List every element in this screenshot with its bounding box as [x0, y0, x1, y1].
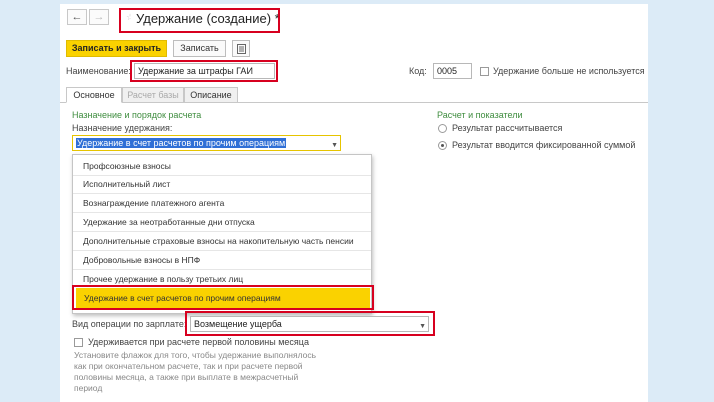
purpose-select-value: Удержание в счет расчетов по прочим опер… [76, 138, 287, 148]
purpose-label: Назначение удержания: [72, 123, 173, 133]
arrow-left-icon: ← [71, 11, 83, 23]
list-separator [73, 250, 371, 251]
list-item[interactable]: Дополнительные страховые взносы на накоп… [83, 236, 354, 246]
highlight-title [119, 8, 280, 33]
list-item[interactable]: Исполнительный лист [83, 179, 170, 189]
list-item[interactable]: Профсоюзные взносы [83, 161, 171, 171]
purpose-select[interactable]: Удержание в счет расчетов по прочим опер… [72, 135, 341, 151]
list-separator [73, 193, 371, 194]
list-separator [73, 269, 371, 270]
list-item[interactable]: Вознаграждение платежного агента [83, 198, 224, 208]
unused-label: Удержание больше не используется [493, 66, 645, 76]
first-half-hint-3: половины месяца, а также при выплате в м… [74, 372, 299, 382]
list-separator [73, 175, 371, 176]
code-label: Код: [409, 66, 427, 76]
list-separator [73, 212, 371, 213]
radio-calculated[interactable] [438, 124, 447, 133]
highlight-selected-item [72, 285, 374, 310]
first-half-hint-4: период [74, 383, 103, 393]
list-item[interactable]: Прочее удержание в пользу третьих лиц [83, 274, 243, 284]
tab-main[interactable]: Основное [66, 87, 122, 103]
list-button[interactable] [232, 40, 250, 57]
section-calc-title: Расчет и показатели [437, 110, 523, 120]
list-separator [73, 231, 371, 232]
radio-calculated-label: Результат рассчитывается [452, 123, 563, 133]
save-and-close-button[interactable]: Записать и закрыть [66, 40, 167, 57]
first-half-hint-2: как при окончательном расчете, так и при… [74, 361, 303, 371]
tab-base-calc[interactable]: Расчет базы [122, 87, 184, 103]
section-purpose-title: Назначение и порядок расчета [72, 110, 202, 120]
save-button[interactable]: Записать [173, 40, 226, 57]
list-icon [236, 44, 246, 54]
radio-fixed[interactable] [438, 141, 447, 150]
highlight-name [130, 60, 278, 82]
first-half-checkbox[interactable] [74, 338, 83, 347]
radio-fixed-label: Результат вводится фиксированной суммой [452, 140, 636, 150]
code-input[interactable]: 0005 [433, 63, 472, 79]
unused-checkbox[interactable] [480, 67, 489, 76]
back-button[interactable]: ← [67, 9, 87, 25]
list-item[interactable]: Удержание за неотработанные дни отпуска [83, 217, 255, 227]
chevron-down-icon[interactable]: ▼ [331, 139, 338, 150]
forward-button[interactable]: → [89, 9, 109, 25]
operation-label: Вид операции по зарплате: [72, 319, 187, 329]
arrow-right-icon: → [93, 11, 105, 23]
first-half-label: Удерживается при расчете первой половины… [88, 337, 309, 347]
name-label: Наименование: [66, 66, 131, 76]
highlight-operation [185, 311, 435, 336]
tab-description[interactable]: Описание [184, 87, 238, 103]
list-item[interactable]: Добровольные взносы в НПФ [83, 255, 200, 265]
form-window: ← → ☆ Удержание (создание) * Записать и … [60, 4, 648, 402]
first-half-hint-1: Установите флажок для того, чтобы удержа… [74, 350, 317, 360]
